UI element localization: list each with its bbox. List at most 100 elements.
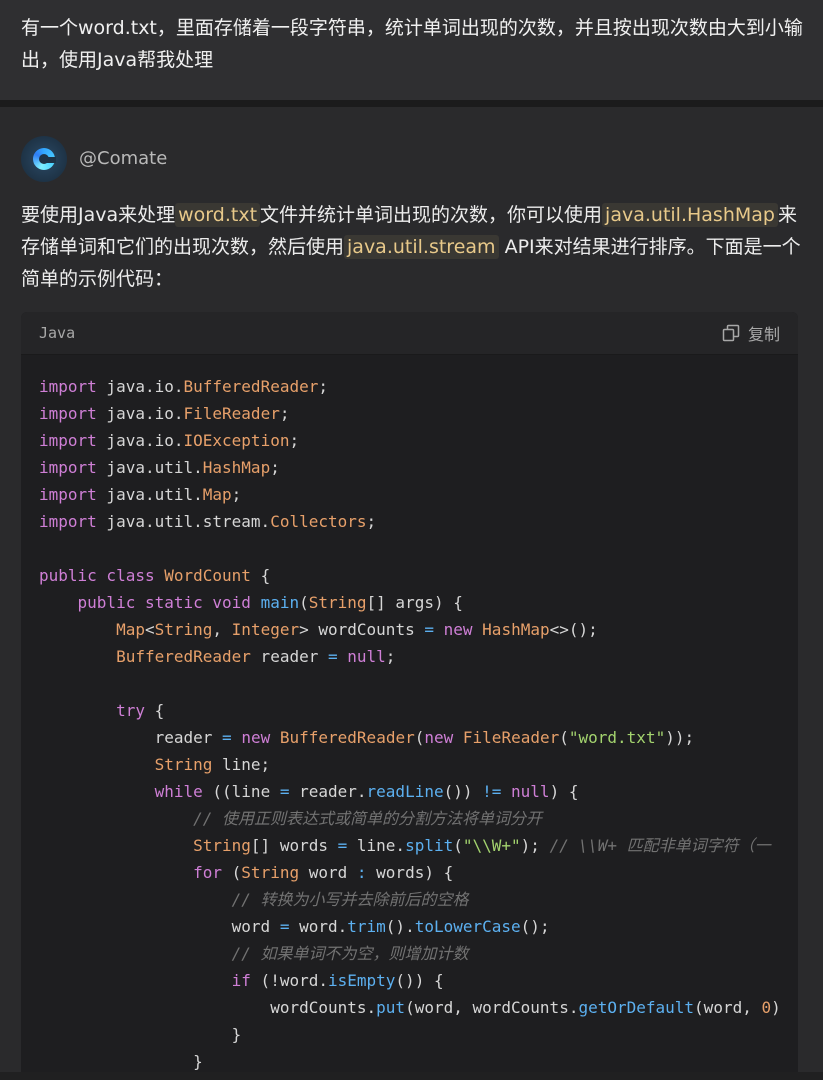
code-token: // 转换为小写并去除前后的空格	[231, 890, 469, 909]
code-token: ;	[279, 404, 290, 423]
code-token: =	[337, 836, 348, 855]
code-token: <>();	[549, 620, 598, 639]
code-token: (	[299, 593, 309, 612]
code-token: :	[356, 863, 367, 882]
inline-code: java.util.stream	[344, 235, 499, 259]
code-token: String	[241, 863, 300, 882]
code-token: ().	[385, 917, 415, 936]
code-token: java.io.	[96, 431, 184, 450]
code-line: import java.util.Map;	[39, 481, 798, 508]
code-line: public static void main(String[] args) {	[39, 589, 798, 616]
code-token: )	[771, 998, 781, 1017]
code-token: BufferedReader	[116, 647, 251, 666]
code-token: {	[250, 566, 271, 585]
code-line: wordCounts.put(word, wordCounts.getOrDef…	[39, 994, 798, 1021]
code-token: =	[327, 647, 338, 666]
code-token: Map	[202, 485, 232, 504]
message-divider	[0, 100, 823, 107]
code-token: java.io.	[96, 377, 184, 396]
code-token: java.util.stream.	[96, 512, 271, 531]
code-token: HashMap	[202, 458, 271, 477]
code-token: String	[154, 620, 213, 639]
code-token: FileReader	[183, 404, 280, 423]
code-token: readLine	[366, 782, 444, 801]
code-token: split	[405, 836, 454, 855]
code-token: WordCount	[164, 566, 251, 585]
code-token: line.	[347, 836, 406, 855]
code-token: wordCounts.	[39, 998, 377, 1017]
copy-icon	[722, 324, 740, 342]
code-token: new	[241, 728, 271, 747]
code-token: java.util.	[96, 458, 203, 477]
code-language: Java	[39, 324, 76, 342]
code-token: import	[39, 404, 97, 423]
code-token: // \\W+ 匹配非单词字符（一	[549, 836, 771, 855]
code-token: }	[39, 1025, 242, 1044]
code-token: String	[308, 593, 367, 612]
code-token: 0	[761, 998, 772, 1017]
code-token: (word, wordCounts.	[405, 998, 579, 1017]
code-block: Java 复制 import java.io.BufferedReader; im…	[21, 312, 798, 1080]
code-token: word	[39, 917, 280, 936]
code-content: import java.io.BufferedReader; import jav…	[21, 355, 798, 1075]
inline-code: word.txt	[175, 203, 261, 227]
code-line: import java.util.HashMap;	[39, 454, 798, 481]
code-line: }	[39, 1021, 798, 1048]
code-token: import	[39, 377, 97, 396]
code-token: ;	[270, 458, 280, 477]
code-line: BufferedReader reader = null;	[39, 643, 798, 670]
code-token: =	[222, 728, 232, 747]
code-token: ));	[665, 728, 695, 747]
code-token: ;	[318, 377, 328, 396]
copy-button[interactable]: 复制	[722, 322, 780, 344]
code-token: ) {	[549, 782, 579, 801]
code-token: reader.	[289, 782, 367, 801]
code-token: (word,	[694, 998, 762, 1017]
code-line: for (String word : words) {	[39, 859, 798, 886]
code-token: ;	[366, 512, 377, 531]
code-line: reader = new BufferedReader(new FileRead…	[39, 724, 798, 751]
code-token: HashMap	[482, 620, 550, 639]
code-token: reader	[250, 647, 328, 666]
code-token: (	[222, 863, 242, 882]
code-token: try	[116, 701, 145, 720]
code-line: import java.io.FileReader;	[39, 400, 798, 427]
user-message: 有一个word.txt，里面存储着一段字符串，统计单词出现的次数，并且按出现次数…	[0, 0, 823, 100]
code-header: Java 复制	[21, 312, 798, 355]
code-token: }	[39, 1052, 203, 1071]
code-token: String	[193, 836, 251, 855]
code-line: import java.util.stream.Collectors;	[39, 508, 798, 535]
code-line: String line;	[39, 751, 798, 778]
copy-label: 复制	[747, 325, 780, 344]
code-token: new	[443, 620, 473, 639]
code-token: // 如果单词不为空，则增加计数	[231, 944, 469, 963]
code-token: if	[231, 971, 251, 990]
code-token: put	[376, 998, 406, 1017]
code-line: // 如果单词不为空，则增加计数	[39, 940, 798, 967]
code-line: while ((line = reader.readLine()) != nul…	[39, 778, 798, 805]
code-token: import	[39, 512, 97, 531]
code-token: {	[144, 701, 165, 720]
code-token: > wordCounts	[299, 620, 425, 639]
code-token: reader	[39, 728, 223, 747]
bottom-edge	[0, 1072, 823, 1080]
code-token: "word.txt"	[568, 728, 666, 747]
code-token: Collectors	[270, 512, 367, 531]
code-token: (!word.	[250, 971, 328, 990]
code-line: }	[39, 1048, 798, 1075]
